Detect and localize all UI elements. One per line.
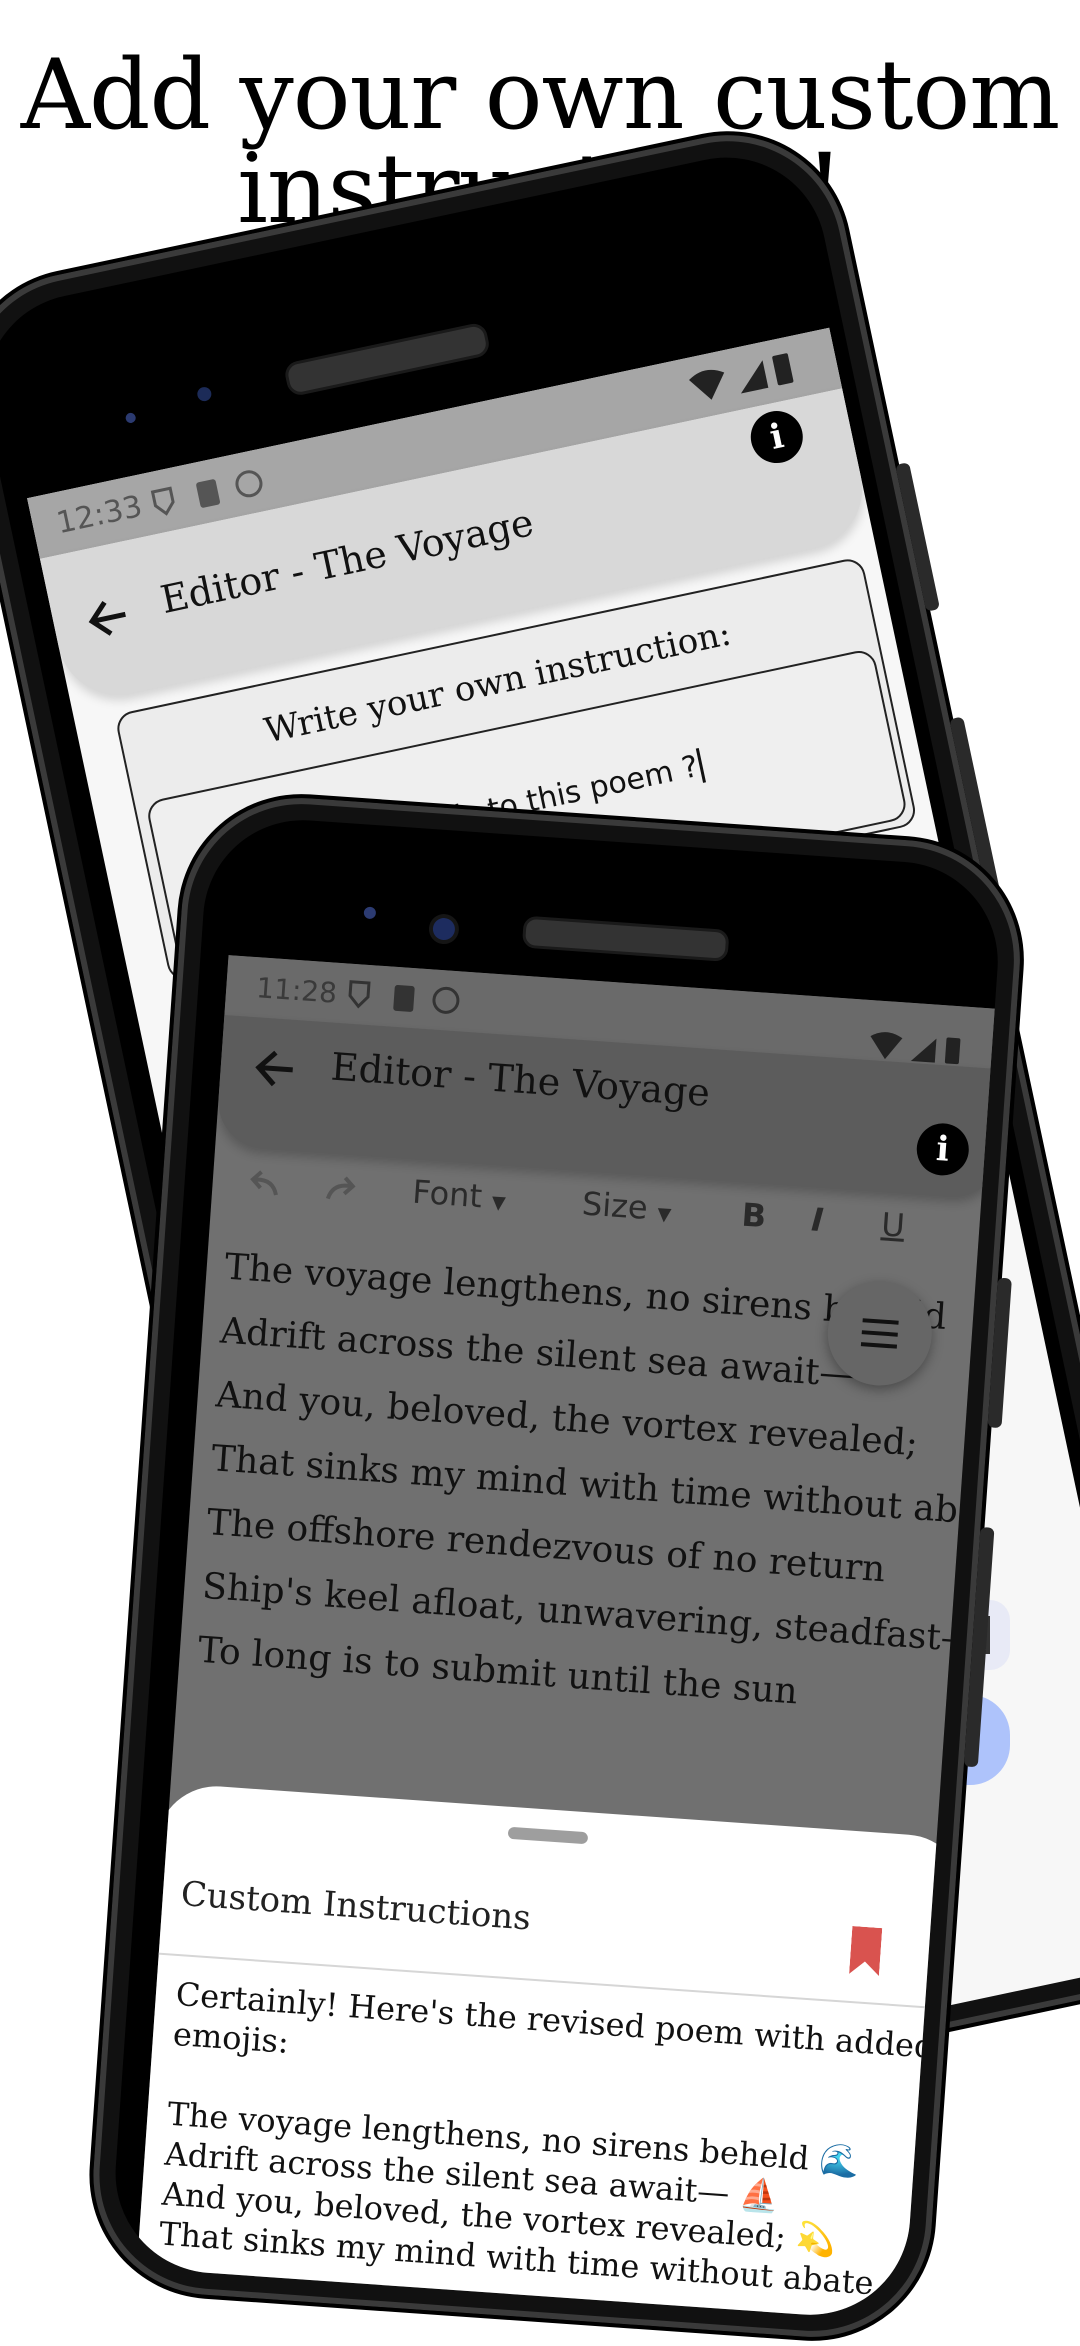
bookmark-icon[interactable] — [849, 1926, 882, 1976]
font-dropdown[interactable]: Font ▼ — [411, 1173, 507, 1217]
sheet-drag-handle[interactable] — [507, 1826, 589, 1845]
underline-button[interactable]: U — [880, 1205, 906, 1245]
sd-card-icon — [393, 984, 415, 1012]
bold-button[interactable]: B — [740, 1196, 767, 1236]
status-icons — [150, 470, 263, 516]
front-camera-main — [432, 917, 456, 941]
size-dropdown[interactable]: Size ▼ — [581, 1184, 673, 1228]
info-icon[interactable]: i — [745, 406, 808, 468]
front-phone-bezel: 11:28 Editor - The Voyage i Font ▼ Size … — [108, 813, 1005, 2322]
shield-icon — [150, 486, 175, 516]
back-arrow-icon[interactable] — [80, 591, 138, 644]
cell-signal-icon — [740, 360, 769, 394]
redo-icon[interactable] — [321, 1174, 363, 1207]
power-button — [895, 462, 941, 612]
undo-icon[interactable] — [242, 1169, 284, 1202]
battery-icon — [772, 353, 794, 386]
ai-response: Certainly! Here's the revised poem with … — [158, 1974, 936, 2306]
font-dropdown-label: Font — [411, 1172, 484, 1216]
wifi-icon — [870, 1032, 903, 1060]
sd-card-icon — [196, 479, 221, 508]
front-screen: 11:28 Editor - The Voyage i Font ▼ Size … — [133, 955, 1005, 2322]
headline-line-1: Add your own custom — [20, 39, 1061, 151]
back-arrow-icon[interactable] — [249, 1045, 302, 1092]
sync-icon — [432, 986, 460, 1014]
front-phone: 11:28 Editor - The Voyage i Font ▼ Size … — [85, 790, 1028, 2345]
sync-icon — [235, 470, 263, 498]
cell-signal-icon — [910, 1038, 937, 1063]
wifi-icon — [689, 369, 725, 400]
sheet-title: Custom Instructions — [179, 1874, 533, 1939]
info-icon[interactable]: i — [915, 1121, 971, 1178]
status-time: 12:33 — [53, 488, 146, 542]
front-status-time: 11:28 — [255, 971, 339, 1010]
front-sensor — [363, 906, 377, 920]
menu-icon — [860, 1318, 899, 1349]
shield-icon — [348, 980, 371, 1009]
front-earpiece — [521, 915, 730, 962]
custom-instructions-sheet: Custom Instructions Certainly! Here's th… — [133, 1782, 969, 2322]
front-status-icons — [348, 980, 460, 1014]
caret-down-icon: ▼ — [491, 1192, 507, 1214]
battery-icon — [944, 1037, 961, 1065]
caret-down-icon: ▼ — [656, 1203, 672, 1226]
front-camera — [196, 385, 213, 403]
proximity-sensor — [124, 412, 137, 424]
size-dropdown-label: Size — [580, 1184, 649, 1227]
earpiece — [282, 321, 492, 398]
response-intro: Certainly! Here's the revised poem with … — [172, 1974, 936, 2107]
front-page-title: Editor - The Voyage — [329, 1044, 712, 1115]
italic-button[interactable]: I — [810, 1200, 825, 1239]
